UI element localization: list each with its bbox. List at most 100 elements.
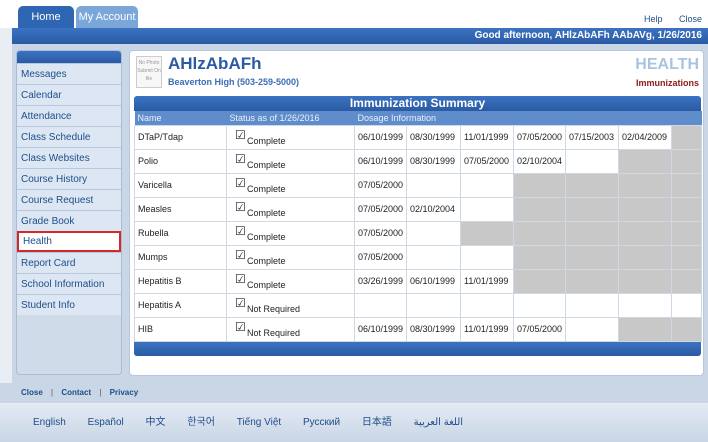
section-title: HEALTH (635, 56, 699, 73)
status-cell: ☑Complete (226, 196, 355, 222)
dose-empty-cell (513, 268, 566, 294)
immunization-summary: Immunization Summary Name Status as of 1… (134, 96, 703, 356)
student-name: AHlzAbAFh (168, 54, 262, 73)
dose-empty-cell (670, 244, 703, 270)
dose-date: 07/05/2000 (513, 316, 566, 342)
sidebar-item-course-history[interactable]: Course History (17, 168, 121, 189)
sidebar-item-attendance[interactable]: Attendance (17, 105, 121, 126)
dose-empty-cell (565, 244, 619, 270)
status-text: Not Required (247, 304, 301, 314)
checkbox-edit-icon: ☑ (235, 176, 246, 190)
table-row: Polio ☑Complete 06/10/1999 08/30/1999 07/05/… (134, 148, 703, 174)
language-korean[interactable]: 한국어 (187, 417, 215, 428)
sidebar-item-grade-book[interactable]: Grade Book (17, 210, 121, 231)
close-link[interactable]: Close (679, 14, 702, 24)
status-cell: ☑Complete (226, 244, 355, 270)
dose-empty-cell (565, 148, 619, 174)
footer-separator: | (99, 388, 102, 397)
dose-empty-cell (565, 316, 619, 342)
greeting-bar: Good afternoon, AHlzAbAFh AAbAVg, 1/26/2… (12, 28, 708, 44)
footer-close-link[interactable]: Close (21, 388, 43, 397)
sidebar-item-calendar[interactable]: Calendar (17, 84, 121, 105)
dose-empty-cell (670, 148, 703, 174)
help-link[interactable]: Help (644, 14, 663, 24)
dose-empty-cell (618, 268, 672, 294)
table-body: DTaP/Tdap ☑Complete 06/10/1999 08/30/1999 11… (134, 124, 703, 342)
dose-empty-cell (618, 316, 672, 342)
dose-empty-cell (670, 172, 703, 198)
checkbox-edit-icon: ☑ (235, 128, 246, 142)
status-cell: ☑Complete (226, 172, 355, 198)
language-chinese[interactable]: 中文 (146, 417, 166, 428)
footer-separator: | (51, 388, 54, 397)
dose-empty-cell (460, 220, 514, 246)
sidebar-item-school-information[interactable]: School Information (17, 273, 121, 294)
dose-empty-cell (670, 196, 703, 222)
dose-date: 06/10/1999 (354, 148, 407, 174)
checkbox-edit-icon: ☑ (235, 224, 246, 238)
table-title: Immunization Summary (134, 96, 701, 111)
dose-empty-cell (460, 292, 514, 318)
sidebar-item-messages[interactable]: Messages (17, 63, 121, 84)
dose-empty-cell (565, 172, 619, 198)
column-header-status: Status as of 1/26/2016 (226, 111, 355, 125)
status-text: Complete (247, 160, 286, 170)
dose-date: 08/30/1999 (406, 124, 461, 150)
footer-contact-link[interactable]: Contact (61, 388, 91, 397)
column-header-dosage: Dosage Information (354, 111, 702, 125)
dose-date: 06/10/1999 (406, 268, 461, 294)
vaccine-name: HIB (134, 316, 227, 342)
sidebar: Messages Calendar Attendance Class Sched… (16, 50, 122, 375)
dose-empty-cell (670, 220, 703, 246)
table-row: Hepatitis A ☑Not Required (134, 292, 703, 318)
dose-empty-cell (618, 196, 672, 222)
dose-date: 07/05/2000 (460, 148, 514, 174)
dose-empty-cell (406, 172, 461, 198)
sidebar-item-course-request[interactable]: Course Request (17, 189, 121, 210)
school-info: Beaverton High (503-259-5000) (168, 77, 300, 87)
dose-empty-cell (670, 124, 703, 150)
language-spanish[interactable]: Español (88, 417, 124, 428)
table-row: HIB ☑Not Required 06/10/1999 08/30/1999 11/0… (134, 316, 703, 342)
sidebar-item-student-info[interactable]: Student Info (17, 294, 121, 315)
table-row: Rubella ☑Complete 07/05/2000 (134, 220, 703, 246)
section-subtitle: Immunizations (635, 78, 699, 88)
student-photo-placeholder: No Photo Submit On file (136, 56, 162, 88)
sidebar-item-class-schedule[interactable]: Class Schedule (17, 126, 121, 147)
language-vietnamese[interactable]: Tiếng Việt (237, 417, 281, 428)
sidebar-item-report-card[interactable]: Report Card (17, 252, 121, 273)
tab-my-account[interactable]: My Account (76, 6, 138, 28)
dose-empty-cell (513, 244, 566, 270)
language-arabic[interactable]: اللغة العربية (414, 417, 463, 428)
sidebar-item-class-websites[interactable]: Class Websites (17, 147, 121, 168)
language-bar: English Español 中文 한국어 Tiếng Việt Русски… (0, 404, 708, 442)
dose-empty-cell (513, 172, 566, 198)
dose-date: 07/05/2000 (513, 124, 566, 150)
dose-date: 11/01/1999 (460, 124, 514, 150)
dose-empty-cell (406, 292, 461, 318)
dose-empty-cell (460, 172, 514, 198)
table-footer-bar (134, 341, 701, 356)
dose-empty-cell (618, 172, 672, 198)
table-row: Mumps ☑Complete 07/05/2000 (134, 244, 703, 270)
main-content: No Photo Submit On file AHlzAbAFh Beaver… (129, 50, 704, 376)
language-english[interactable]: English (33, 417, 66, 428)
dose-empty-cell (618, 220, 672, 246)
sidebar-header (17, 51, 121, 63)
dose-empty-cell (406, 220, 461, 246)
status-text: Complete (247, 184, 286, 194)
dose-empty-cell (670, 316, 703, 342)
dose-empty-cell (406, 244, 461, 270)
column-header-name: Name (134, 111, 227, 125)
dose-empty-cell (354, 292, 407, 318)
tab-home[interactable]: Home (18, 6, 74, 28)
vaccine-name: Polio (134, 148, 227, 174)
dose-empty-cell (565, 292, 619, 318)
footer-privacy-link[interactable]: Privacy (110, 388, 138, 397)
dose-empty-cell (565, 268, 619, 294)
table-row: Measles ☑Complete 07/05/2000 02/10/2004 (134, 196, 703, 222)
language-japanese[interactable]: 日本語 (362, 417, 392, 428)
dose-empty-cell (618, 148, 672, 174)
sidebar-item-health[interactable]: Health (17, 231, 121, 252)
language-russian[interactable]: Русский (303, 417, 340, 428)
